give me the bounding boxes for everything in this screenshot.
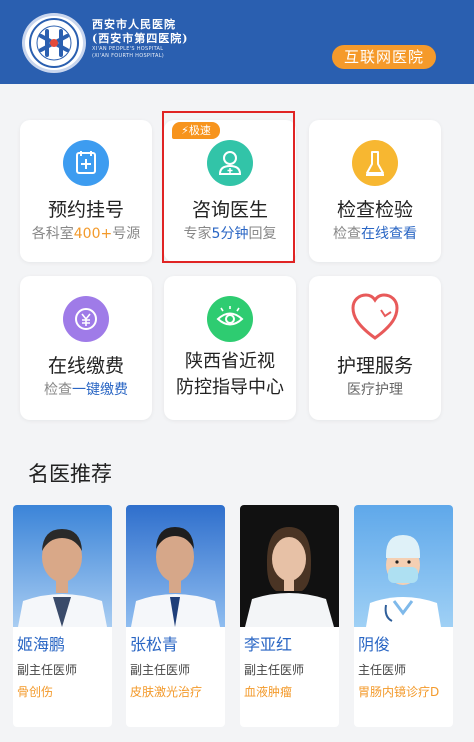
service-card-consult-doctor[interactable]: 咨询医生 专家5分钟回复 [164, 120, 296, 262]
service-subtitle: 检查在线查看 [333, 226, 417, 242]
service-card-myopia-center[interactable]: 陕西省近视 防控指导中心 [164, 276, 296, 420]
doctor-card[interactable]: 李亚红 副主任医师 血液肿瘤 [240, 505, 339, 727]
service-title: 检查检验 [336, 199, 413, 221]
eye-icon [207, 296, 253, 342]
service-subtitle: 医疗护理 [347, 382, 403, 398]
doctor-title: 副主任医师 [17, 663, 78, 677]
doctor-title: 主任医师 [358, 663, 407, 677]
doctor-photo [240, 505, 339, 627]
service-title: 咨询医生 [191, 199, 268, 221]
service-title: 护理服务 [336, 355, 413, 377]
doctor-name: 张松青 [130, 635, 179, 654]
fast-badge: ⚡极速 [172, 122, 220, 139]
payment-icon [63, 296, 109, 342]
service-title: 在线缴费 [47, 355, 124, 377]
service-subtitle: 专家5分钟回复 [183, 226, 277, 242]
doctor-name: 李亚红 [244, 635, 293, 654]
service-card-online-payment[interactable]: 在线缴费 检查一键缴费 [20, 276, 152, 420]
doctor-name: 姬海鹏 [17, 635, 66, 654]
doctor-icon [207, 140, 253, 186]
service-title: 预约挂号 [47, 199, 124, 221]
hospital-name-en: XI'AN PEOPLE'S HOSPITAL [92, 46, 164, 52]
doctor-specialty: 皮肤激光治疗 [130, 685, 203, 699]
doctor-specialty: 血液肿瘤 [244, 685, 293, 699]
doctor-avatar-illustration [354, 505, 453, 627]
doctor-title: 副主任医师 [244, 663, 305, 677]
heart-icon [347, 290, 403, 346]
service-subtitle: 各科室400+号源 [31, 226, 141, 242]
hospital-alt-name-cn: (西安市第四医院) [92, 32, 189, 45]
doctor-photo [13, 505, 112, 627]
service-subtitle: 检查一键缴费 [44, 382, 128, 398]
doctor-photo [126, 505, 225, 627]
doctor-card[interactable]: 姬海鹏 副主任医师 骨创伤 [13, 505, 112, 727]
doctor-card[interactable]: 阴俊 主任医师 胃肠内镜诊疗D [354, 505, 453, 727]
section-title: 名医推荐 [28, 462, 112, 486]
service-card-appointment[interactable]: 预约挂号 各科室400+号源 [20, 120, 152, 262]
hospital-name-cn: 西安市人民医院 [92, 18, 176, 31]
internet-hospital-button[interactable]: 互联网医院 [332, 45, 436, 69]
service-card-nursing[interactable]: 护理服务 医疗护理 [309, 276, 441, 420]
doctor-specialty: 胃肠内镜诊疗D [358, 685, 440, 699]
service-card-lab-test[interactable]: 检查检验 检查在线查看 [309, 120, 441, 262]
service-title-line2: 防控指导中心 [176, 377, 284, 398]
hospital-name: 西安市人民医院 (西安市第四医院) XI'AN PEOPLE'S HOSPITA… [92, 18, 188, 60]
service-title-line1: 陕西省近视 [185, 351, 275, 372]
header-bar: 西安市人民医院 (西安市第四医院) XI'AN PEOPLE'S HOSPITA… [0, 0, 474, 84]
hospital-logo [22, 13, 86, 73]
doctor-card[interactable]: 张松青 副主任医师 皮肤激光治疗 [126, 505, 225, 727]
lab-test-icon [352, 140, 398, 186]
doctor-specialty: 骨创伤 [17, 685, 54, 699]
hospital-alt-name-en: (XI'AN FOURTH HOSPITAL) [92, 53, 165, 59]
appointment-icon [63, 140, 109, 186]
doctor-name: 阴俊 [358, 635, 391, 654]
doctor-title: 副主任医师 [130, 663, 191, 677]
